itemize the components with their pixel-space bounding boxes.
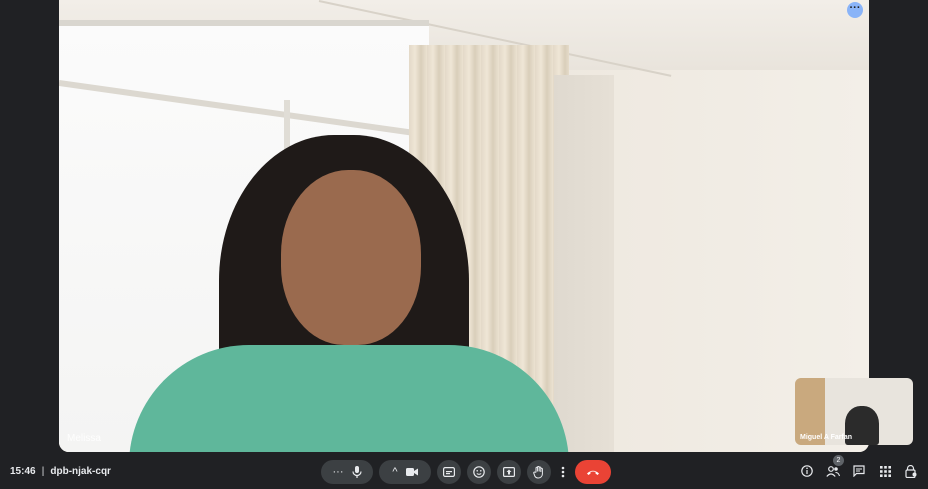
host-controls-button[interactable] — [904, 464, 918, 478]
apps-grid-icon — [879, 465, 891, 477]
meeting-time: 15:46 — [10, 466, 36, 477]
more-horiz-icon: ··· — [849, 2, 861, 14]
more-vert-icon — [561, 466, 565, 478]
leave-call-button[interactable] — [575, 460, 611, 484]
center-controls: ··· ^ — [321, 460, 611, 484]
participant-face — [281, 170, 421, 345]
bottom-control-bar: 15:46 | dpb-njak-cqr ··· ^ 2 — [0, 452, 928, 489]
meeting-code[interactable]: dpb-njak-cqr — [50, 466, 111, 477]
present-screen-icon — [503, 467, 515, 477]
participant-shirt — [129, 345, 569, 452]
raise-hand-icon — [533, 465, 543, 478]
participant-count-badge: 2 — [833, 455, 844, 466]
audio-options-button[interactable]: ··· — [333, 466, 344, 478]
meeting-separator: | — [41, 466, 45, 477]
emoji-button[interactable] — [467, 460, 491, 484]
camera-icon — [405, 468, 418, 476]
captions-button[interactable] — [437, 460, 461, 484]
hangup-icon — [587, 470, 599, 475]
raise-hand-button[interactable] — [527, 460, 551, 484]
tile-more-options-button[interactable]: ··· — [847, 2, 863, 18]
video-options-button[interactable]: ^ — [392, 466, 397, 478]
meeting-info: 15:46 | dpb-njak-cqr — [10, 466, 111, 477]
people-button[interactable]: 2 — [826, 455, 844, 478]
video-control[interactable]: ^ — [379, 460, 431, 484]
people-icon — [826, 465, 840, 477]
lock-person-icon — [905, 464, 917, 478]
emoji-icon — [473, 466, 485, 478]
microphone-icon — [351, 466, 362, 478]
self-view-tile[interactable]: Miguel A Farfan — [795, 378, 913, 445]
video-wall-corner — [554, 75, 614, 452]
participant-name-label: Melissa — [67, 433, 101, 444]
captions-icon — [443, 467, 455, 477]
more-options-button[interactable] — [557, 460, 569, 484]
main-video-tile: Melissa ··· — [59, 0, 869, 452]
camera-button[interactable] — [405, 467, 418, 477]
present-button[interactable] — [497, 460, 521, 484]
activities-button[interactable] — [878, 464, 892, 478]
microphone-button[interactable] — [351, 466, 362, 478]
chat-icon — [853, 465, 865, 477]
meeting-details-button[interactable] — [800, 464, 814, 478]
info-icon — [801, 465, 813, 477]
right-controls: 2 — [800, 455, 918, 478]
self-view-name-label: Miguel A Farfan — [800, 434, 852, 441]
audio-control[interactable]: ··· — [321, 460, 373, 484]
chat-button[interactable] — [852, 464, 866, 478]
